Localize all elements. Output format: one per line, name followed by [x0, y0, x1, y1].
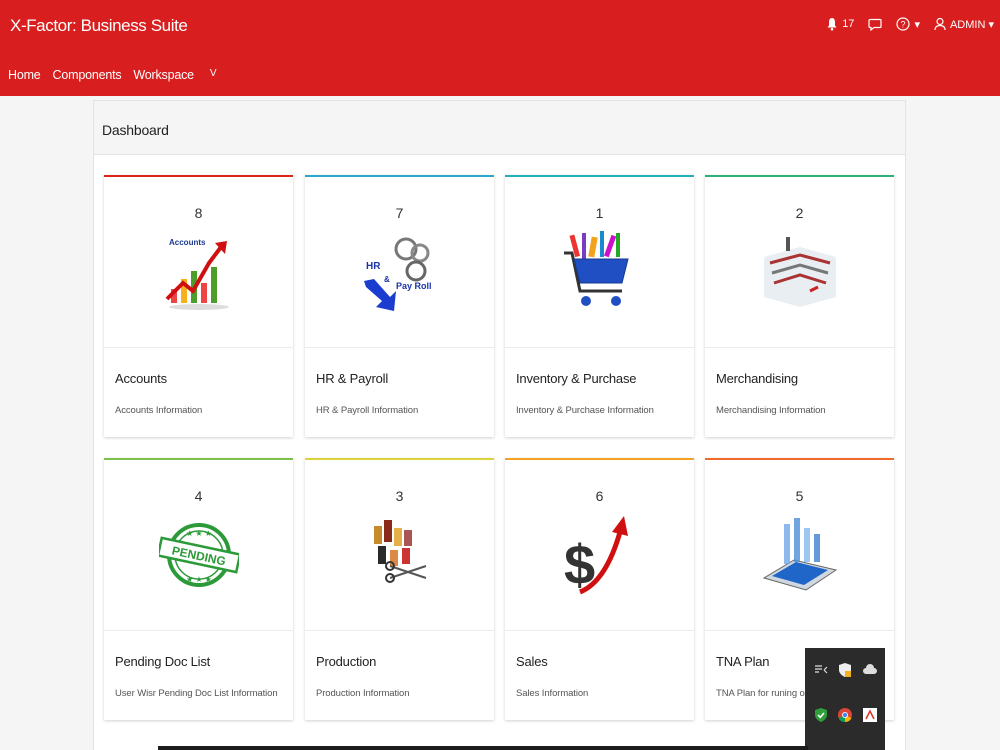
card-title[interactable]: Merchandising	[716, 371, 798, 386]
shopping-cart-icon[interactable]	[560, 227, 640, 317]
sales-dollar-icon[interactable]: $	[560, 510, 640, 600]
card-count: 5	[795, 488, 804, 504]
cloud-icon[interactable]	[862, 662, 878, 678]
help-button[interactable]: ? ▾	[896, 17, 920, 31]
card-accent-bar	[705, 458, 894, 460]
chrome-icon[interactable]	[837, 707, 853, 723]
bell-icon	[826, 17, 838, 31]
module-card-merchandising[interactable]: 2 Merchandising Merchandising Informatio…	[705, 175, 894, 437]
svg-text:HR: HR	[366, 261, 381, 272]
card-count: 6	[595, 488, 604, 504]
card-accent-bar	[505, 458, 694, 460]
top-header: X-Factor: Business Suite 17 ? ▾ ADMIN ▾	[0, 0, 1000, 96]
taskbar-strip	[158, 746, 808, 750]
card-title[interactable]: Accounts	[115, 371, 167, 386]
module-card-production[interactable]: 3 Production Production Information	[305, 458, 494, 720]
card-divider	[705, 630, 894, 631]
help-caret: ▾	[914, 18, 920, 31]
svg-text:&: &	[384, 275, 390, 284]
card-description: Accounts Information	[115, 405, 203, 416]
module-card-pending-doc-list[interactable]: 4 PENDING ★ ★ ★ ★ ★ ★ Pending Doc List U…	[104, 458, 293, 720]
card-count: 1	[595, 205, 604, 221]
help-circle-icon: ?	[896, 17, 911, 31]
defender-check-icon[interactable]	[813, 707, 829, 723]
card-title[interactable]: Inventory & Purchase	[516, 371, 636, 386]
card-divider	[505, 347, 694, 348]
card-title[interactable]: Production	[316, 654, 376, 669]
accounts-chart-icon[interactable]: Accounts	[159, 227, 239, 317]
wifi-signal-icon[interactable]	[813, 662, 829, 678]
card-count: 4	[194, 488, 203, 504]
messages-button[interactable]	[868, 18, 883, 31]
svg-text:★ ★ ★: ★ ★ ★	[186, 529, 212, 538]
hr-payroll-icon[interactable]: HR & Pay Roll	[360, 227, 440, 317]
card-divider	[104, 630, 293, 631]
card-count: 8	[194, 205, 203, 221]
pending-stamp-icon[interactable]: PENDING ★ ★ ★ ★ ★ ★	[156, 510, 241, 600]
card-description: HR & Payroll Information	[316, 405, 419, 416]
card-description: Production Information	[316, 688, 410, 699]
card-description: Merchandising Information	[716, 405, 826, 416]
card-description: Inventory & Purchase Information	[516, 405, 654, 416]
card-title[interactable]: Pending Doc List	[115, 654, 210, 669]
card-accent-bar	[505, 175, 694, 177]
card-description: User Wisr Pending Doc List Information	[115, 688, 278, 699]
card-title[interactable]: HR & Payroll	[316, 371, 388, 386]
user-label: ADMIN ▾	[949, 18, 994, 31]
card-title[interactable]: TNA Plan	[716, 654, 770, 669]
card-count: 2	[795, 205, 804, 221]
card-divider	[705, 347, 894, 348]
accounts-icon-text: Accounts	[169, 238, 206, 247]
panel-title: Dashboard	[94, 101, 905, 155]
merchandising-icon[interactable]	[760, 227, 840, 317]
security-shield-icon[interactable]	[837, 662, 853, 678]
card-accent-bar	[305, 458, 494, 460]
card-count: 7	[395, 205, 404, 221]
card-divider	[305, 630, 494, 631]
user-menu[interactable]: ADMIN ▾	[934, 17, 994, 31]
card-title[interactable]: Sales	[516, 654, 548, 669]
svg-text:?: ?	[901, 20, 906, 30]
card-accent-bar	[305, 175, 494, 177]
nav-chevron-down-icon[interactable]: V	[210, 68, 217, 82]
svg-text:Pay Roll: Pay Roll	[396, 281, 432, 291]
nav-components[interactable]: Components	[53, 68, 122, 82]
card-accent-bar	[104, 175, 293, 177]
card-accent-bar	[104, 458, 293, 460]
card-divider	[505, 630, 694, 631]
notifications-button[interactable]: 17	[826, 17, 854, 31]
module-card-hr-payroll[interactable]: 7 HR & Pay Roll HR & Payroll HR & Payrol…	[305, 175, 494, 437]
card-divider	[305, 347, 494, 348]
svg-text:★ ★ ★: ★ ★ ★	[186, 575, 212, 584]
notification-count: 17	[842, 18, 855, 30]
card-accent-bar	[705, 175, 894, 177]
app-title[interactable]: X-Factor: Business Suite	[10, 16, 188, 36]
production-thread-icon[interactable]	[360, 510, 440, 600]
nav-workspace[interactable]: Workspace	[133, 68, 194, 82]
user-icon	[934, 17, 946, 31]
main-nav: Home Components Workspace V	[8, 68, 217, 82]
module-card-sales[interactable]: 6 $ Sales Sales Information	[505, 458, 694, 720]
chat-bubble-icon	[868, 18, 883, 31]
card-count: 3	[395, 488, 404, 504]
header-actions: 17 ? ▾ ADMIN ▾	[826, 17, 994, 31]
system-tray-popup	[805, 648, 885, 750]
acrobat-icon[interactable]	[862, 707, 878, 723]
card-divider	[104, 347, 293, 348]
nav-home[interactable]: Home	[8, 68, 41, 82]
tna-plan-icon[interactable]	[760, 510, 840, 600]
module-card-inventory-purchase[interactable]: 1 Inventory & Purchase Inventory & Purch…	[505, 175, 694, 437]
module-card-accounts[interactable]: 8 Accounts Accounts Accounts Information	[104, 175, 293, 437]
card-description: Sales Information	[516, 688, 589, 699]
